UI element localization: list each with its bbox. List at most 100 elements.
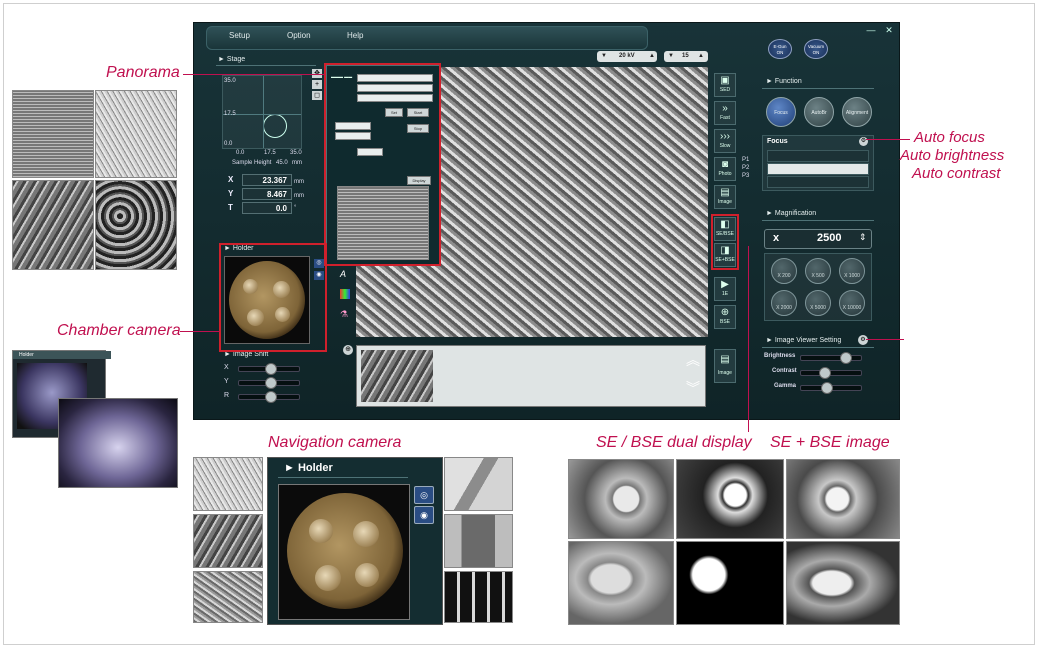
magnification-stepper-icon[interactable]: ⇕ [859, 232, 867, 243]
mag-preset-5000[interactable]: X 5000 [805, 290, 831, 316]
stage-tool-icon-2[interactable]: + [312, 80, 322, 89]
color-tool-icon[interactable] [340, 289, 350, 299]
stage-t-value[interactable]: 0.0 [242, 202, 292, 214]
bse-image-top [676, 459, 784, 539]
image-shift-r-label: R [224, 392, 230, 399]
image-viewer-settings-icon[interactable]: ⚙ [858, 335, 868, 345]
kv-value: 20 kV [619, 53, 635, 59]
se-label: 1E [721, 291, 729, 297]
spot-control[interactable]: ▼ 15 ▲ [664, 51, 708, 62]
stage-t-unit: ° [294, 205, 297, 211]
photo-label: Photo [718, 171, 732, 177]
brightness-knob[interactable] [840, 352, 852, 364]
mag-preset-500[interactable]: X 500 [805, 258, 831, 284]
fast-button[interactable]: » Fast [714, 101, 736, 125]
image-shift-y-label: Y [224, 378, 229, 385]
chamber-camera-title: Holder [13, 351, 111, 359]
focus-row-3[interactable] [767, 176, 869, 188]
nav-holder-title: ► Holder [284, 462, 333, 474]
image-shift-r-knob[interactable] [265, 391, 277, 403]
slow-button[interactable]: ››› Slow [714, 129, 736, 153]
sed-icon: ▣ [720, 75, 730, 86]
image-shift-x-knob[interactable] [265, 363, 277, 375]
holder-highlight [219, 243, 327, 352]
strip-expand-icon[interactable]: ⊕ [343, 345, 353, 355]
vacuum-button[interactable]: Vacuum ON [804, 39, 828, 59]
mag-preset-1000[interactable]: X 1000 [839, 258, 865, 284]
alignment-button[interactable]: Alignment [842, 97, 872, 127]
mag-preset-10000[interactable]: X 10000 [839, 290, 865, 316]
stage-title: ► Stage [218, 56, 246, 63]
focus-row-1[interactable] [767, 150, 869, 162]
close-button[interactable]: ✕ [882, 25, 896, 35]
image-shift-title: ► Image Shift [224, 351, 269, 358]
vacuum-state: ON [812, 50, 820, 55]
nav-stub-2 [353, 521, 379, 547]
image-shift-r-slider[interactable] [238, 391, 300, 403]
spot-down-icon[interactable]: ▼ [668, 51, 674, 62]
menu-help[interactable]: Help [347, 31, 363, 40]
image-shift-x-slider[interactable] [238, 363, 300, 375]
preset-p1[interactable]: P1 [742, 157, 749, 163]
minimize-button[interactable]: — [864, 25, 878, 35]
spot-up-icon[interactable]: ▲ [698, 51, 704, 62]
spot-value: 15 [682, 53, 689, 59]
auto-brightness-button[interactable]: AutoBr [804, 97, 834, 127]
panorama-thumb-pores [95, 180, 177, 270]
kv-control[interactable]: ▼ 20 kV ▲ [597, 51, 657, 62]
gamma-slider[interactable] [800, 382, 862, 394]
photo-button[interactable]: ◙ Photo [714, 157, 736, 181]
image-shift-y-knob[interactable] [265, 377, 277, 389]
brightness-slider[interactable] [800, 352, 862, 364]
image-capture-button[interactable]: ▤ Image [714, 185, 736, 209]
bse-button[interactable]: ⊕ BSE [714, 305, 736, 329]
contrast-knob[interactable] [819, 367, 831, 379]
nav-thumb-4 [444, 457, 513, 511]
menu-setup[interactable]: Setup [229, 31, 250, 40]
vacuum-label: Vacuum [807, 44, 825, 49]
function-title: ► Function [766, 78, 802, 85]
strip-scroll-down-icon[interactable]: ︾ [684, 377, 702, 399]
magnification-field[interactable]: x 2500 ⇕ [764, 229, 872, 249]
stage-map-vline [263, 76, 264, 148]
stage-tool-icon-3[interactable]: ◻ [312, 91, 322, 100]
focus-row-2[interactable] [767, 163, 869, 175]
stage-t-label: T [228, 203, 233, 212]
sed-button[interactable]: ▣ SED [714, 73, 736, 97]
menu-option[interactable]: Option [287, 31, 311, 40]
bse-icon: ⊕ [720, 307, 730, 318]
preset-p3[interactable]: P3 [742, 173, 749, 179]
nav-holder-panel: ► Holder ◎ ◉ [267, 457, 443, 625]
image-list-button[interactable]: ▤ Image [714, 349, 736, 383]
focus-button[interactable]: Focus [766, 97, 796, 127]
panorama-thumb-surface [95, 90, 177, 178]
gamma-knob[interactable] [821, 382, 833, 394]
se-button[interactable]: ▶ 1E [714, 277, 736, 301]
image-shift-y-slider[interactable] [238, 377, 300, 389]
mag-preset-200[interactable]: X 200 [771, 258, 797, 284]
preset-p2[interactable]: P2 [742, 165, 749, 171]
stage-x-label: X [228, 175, 234, 184]
auto-contrast-callout: Auto contrast [912, 165, 1001, 182]
image-viewer-title-text: Image Viewer Setting [774, 337, 842, 344]
panorama-thumb-chip [12, 90, 94, 178]
contrast-slider[interactable] [800, 367, 862, 379]
text-tool-icon[interactable]: A [340, 269, 350, 279]
kv-up-icon[interactable]: ▲ [649, 51, 655, 62]
nav-camera-icon-2[interactable]: ◉ [414, 506, 434, 524]
kv-down-icon[interactable]: ▼ [601, 51, 607, 62]
magnification-title-text: Magnification [774, 210, 817, 217]
egun-button[interactable]: E-Gun ON [768, 39, 792, 59]
strip-scroll-up-icon[interactable]: ︽ [684, 349, 702, 371]
strip-thumb-1[interactable] [361, 350, 433, 402]
stage-x-unit: mm [294, 179, 304, 185]
stage-x-value[interactable]: 23.367 [242, 174, 292, 186]
slow-label: Slow [719, 143, 731, 149]
stage-y-value[interactable]: 8.467 [242, 188, 292, 200]
nav-holder-divider [278, 477, 408, 478]
image-capture-label: Image [718, 199, 732, 205]
auto-brightness-callout: Auto brightness [900, 147, 1005, 164]
flask-tool-icon[interactable]: ⚗ [340, 309, 350, 319]
mag-preset-2000[interactable]: X 2000 [771, 290, 797, 316]
nav-camera-icon-1[interactable]: ◎ [414, 486, 434, 504]
